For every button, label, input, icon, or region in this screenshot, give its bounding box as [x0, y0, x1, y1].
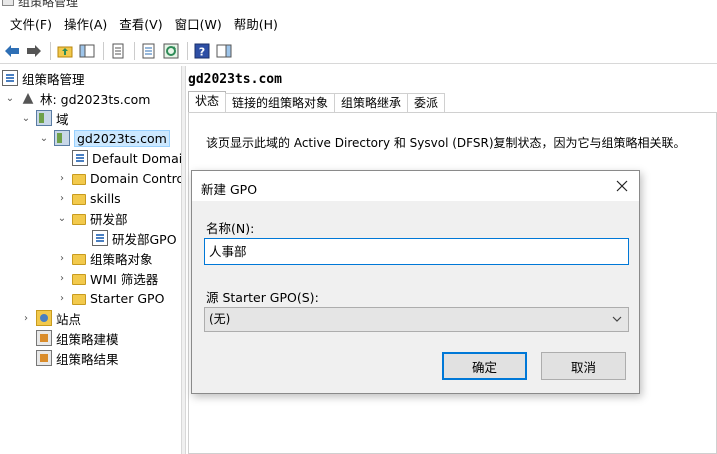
- forest-icon: ▲: [22, 90, 34, 106]
- window-title: 组策略管理: [18, 0, 79, 9]
- chevron-down-icon[interactable]: ⌄: [4, 92, 16, 104]
- gpm-icon: [2, 70, 18, 86]
- tree-item-forest[interactable]: ⌄ ▲ 林: gd2023ts.com: [4, 88, 151, 108]
- ou-icon: [72, 213, 86, 225]
- chevron-right-icon[interactable]: ›: [56, 292, 68, 304]
- starter-gpo-label: 源 Starter GPO(S):: [206, 290, 319, 305]
- tree-item-skills[interactable]: › skills: [56, 188, 121, 208]
- menu-window[interactable]: 窗口(W): [169, 13, 228, 37]
- chevron-right-icon[interactable]: ›: [56, 172, 68, 184]
- domain-icon: [54, 130, 70, 146]
- tab-status[interactable]: 状态: [188, 91, 227, 112]
- chevron-right-icon[interactable]: ›: [56, 192, 68, 204]
- toolbar: ?: [0, 38, 717, 64]
- page-title: gd2023ts.com: [188, 72, 282, 87]
- chevron-down-icon[interactable]: ⌄: [20, 112, 32, 124]
- new-gpo-dialog: 新建 GPO 名称(N): 人事部 源 Starter GPO(S): (无) …: [191, 170, 640, 394]
- show-hide-tree-icon[interactable]: [77, 41, 97, 61]
- toolbar-separator: [103, 41, 104, 60]
- tree-item-starter-gpo[interactable]: › Starter GPO: [56, 288, 164, 308]
- gpo-link-icon: [92, 230, 108, 246]
- tree-item-gpo-objects[interactable]: › 组策略对象: [56, 248, 153, 268]
- console-tree: 组策略管理 ⌄ ▲ 林: gd2023ts.com ⌄ 域 ⌄ gd2023ts…: [0, 66, 181, 454]
- chevron-right-icon[interactable]: ›: [56, 252, 68, 264]
- domains-icon: [36, 110, 52, 126]
- chevron-down-icon: [612, 308, 622, 339]
- help-icon[interactable]: ?: [192, 41, 212, 61]
- back-arrow-icon[interactable]: [2, 41, 22, 61]
- tree-item-sites[interactable]: › 站点: [20, 308, 81, 328]
- menu-action[interactable]: 操作(A): [58, 13, 113, 37]
- tab-delegation[interactable]: 委派: [407, 93, 446, 112]
- menu-view[interactable]: 查看(V): [113, 13, 168, 37]
- tree-item-wmi-filters[interactable]: › WMI 筛选器: [56, 268, 158, 288]
- ou-icon: [72, 173, 86, 185]
- sites-icon: [36, 310, 52, 326]
- forward-arrow-icon[interactable]: [24, 41, 44, 61]
- app-icon: [2, 0, 14, 6]
- tree-item-gpm-root[interactable]: 组策略管理: [2, 68, 85, 88]
- ou-icon: [72, 193, 86, 205]
- folder-icon: [72, 253, 86, 265]
- cancel-button[interactable]: 取消: [541, 352, 626, 380]
- results-icon: [36, 350, 52, 366]
- tab-gpo-inheritance[interactable]: 组策略继承: [334, 93, 409, 112]
- refresh-icon[interactable]: [161, 41, 181, 61]
- gpo-link-icon: [72, 150, 88, 166]
- starter-gpo-select[interactable]: (无): [204, 307, 629, 332]
- action-pane-icon[interactable]: [214, 41, 234, 61]
- ok-button[interactable]: 确定: [442, 352, 527, 380]
- tab-linked-gpos[interactable]: 链接的组策略对象: [225, 93, 336, 112]
- svg-text:?: ?: [199, 45, 205, 58]
- tree-item-domain-controllers[interactable]: › Domain Contro: [56, 168, 181, 188]
- tree-item-modeling[interactable]: 组策略建模: [36, 328, 119, 348]
- tree-item-rnd-gpo[interactable]: 研发部GPO: [92, 228, 177, 248]
- dialog-title: 新建 GPO: [201, 182, 258, 197]
- tree-item-domain[interactable]: ⌄ gd2023ts.com: [38, 128, 170, 148]
- menu-file[interactable]: 文件(F): [4, 13, 58, 37]
- chevron-right-icon[interactable]: ›: [56, 272, 68, 284]
- starter-gpo-value: (无): [209, 312, 231, 326]
- menu-bar: 文件(F) 操作(A) 查看(V) 窗口(W) 帮助(H): [0, 13, 717, 37]
- up-folder-icon[interactable]: [55, 41, 75, 61]
- toolbar-separator: [134, 41, 135, 60]
- gpo-name-input[interactable]: 人事部: [204, 238, 629, 265]
- name-label: 名称(N):: [206, 221, 255, 236]
- tab-strip: 状态 链接的组策略对象 组策略继承 委派: [188, 91, 446, 112]
- toolbar-separator: [50, 41, 51, 60]
- chevron-down-icon[interactable]: ⌄: [56, 212, 68, 224]
- tree-item-domains[interactable]: ⌄ 域: [20, 108, 69, 128]
- title-bar: 组策略管理: [0, 0, 717, 12]
- chevron-down-icon[interactable]: ⌄: [38, 132, 50, 144]
- tree-item-rnd[interactable]: ⌄ 研发部: [56, 208, 128, 228]
- status-description: 该页显示此域的 Active Directory 和 Sysvol (DFSR)…: [206, 136, 686, 150]
- close-icon[interactable]: [611, 175, 633, 197]
- tree-item-results[interactable]: 组策略结果: [36, 348, 119, 368]
- tree-item-default-domain-policy[interactable]: Default Domai: [72, 148, 181, 168]
- properties-icon[interactable]: [108, 41, 128, 61]
- modeling-icon: [36, 330, 52, 346]
- menu-help[interactable]: 帮助(H): [228, 13, 284, 37]
- chevron-right-icon[interactable]: ›: [20, 312, 32, 324]
- folder-icon: [72, 293, 86, 305]
- toolbar-separator: [187, 41, 188, 60]
- dialog-body: 名称(N): 人事部 源 Starter GPO(S): (无) 确定 取消: [192, 201, 639, 393]
- dialog-title-bar[interactable]: 新建 GPO: [192, 171, 639, 201]
- export-list-icon[interactable]: [139, 41, 159, 61]
- folder-icon: [72, 273, 86, 285]
